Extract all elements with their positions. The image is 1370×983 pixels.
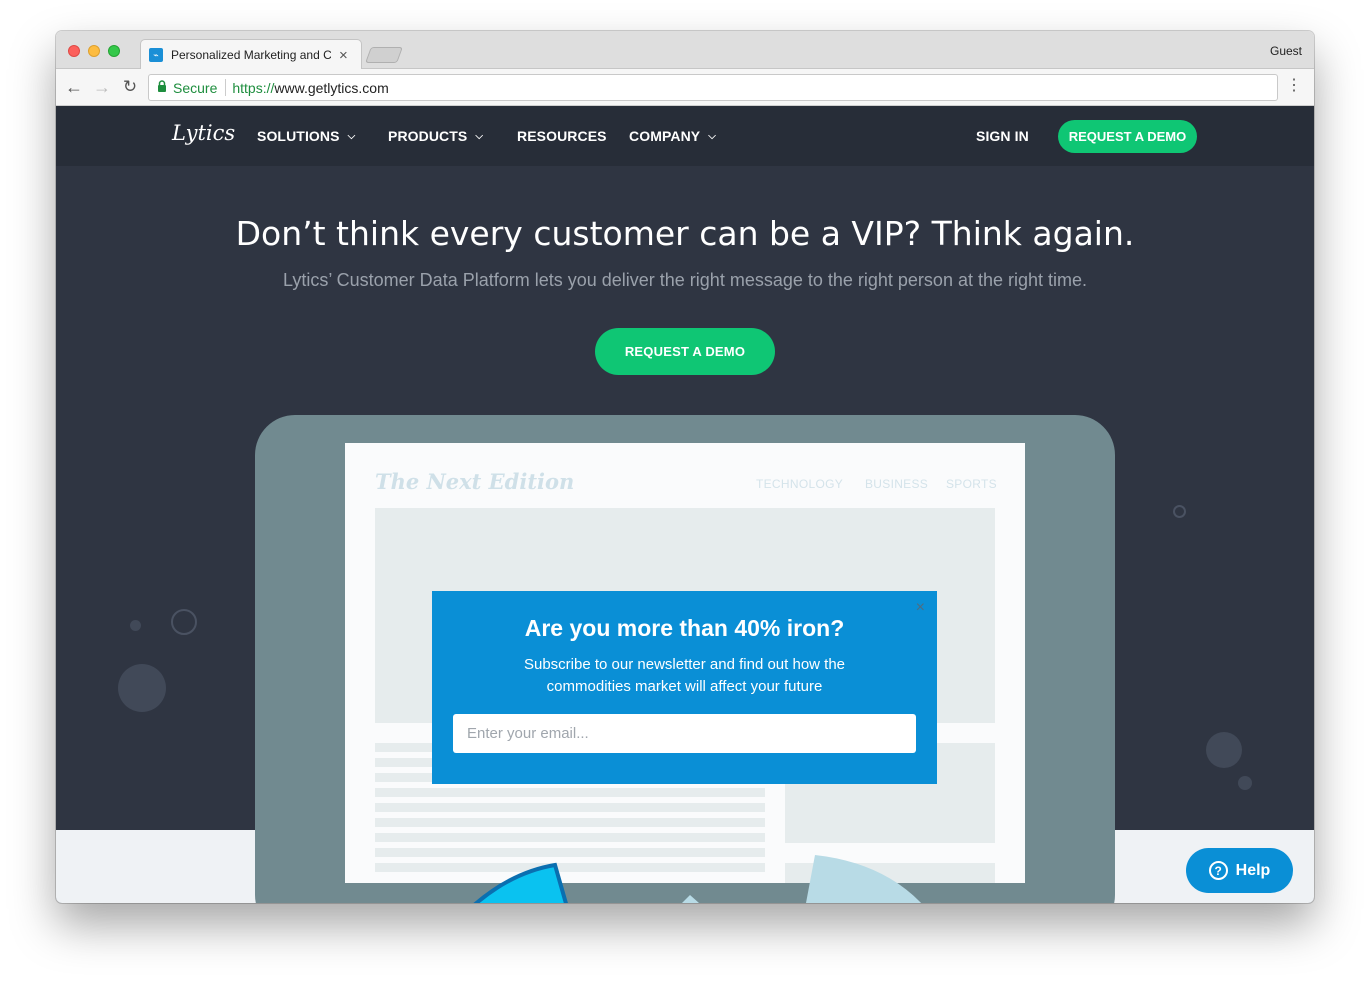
mockup-link-technology: TECHNOLOGY xyxy=(756,477,844,491)
sign-in-link[interactable]: SIGN IN xyxy=(976,128,1029,144)
secure-label: Secure xyxy=(173,79,218,96)
decorative-bubble xyxy=(1206,732,1242,768)
decorative-bubble xyxy=(171,609,197,635)
mockup-brand: The Next Edition xyxy=(375,469,575,494)
tab-close-icon[interactable]: × xyxy=(339,47,348,64)
profile-label[interactable]: Guest xyxy=(1270,44,1302,58)
decorative-bubble xyxy=(118,664,166,712)
newsletter-modal: × Are you more than 40% iron? Subscribe … xyxy=(432,591,937,784)
hero-subtitle: Lytics’ Customer Data Platform lets you … xyxy=(282,270,1088,290)
mockup-text-line xyxy=(375,818,765,827)
chevron-down-icon: ⌵ xyxy=(708,130,716,142)
back-icon[interactable]: ← xyxy=(64,77,84,97)
request-demo-hero-button[interactable]: REQUEST A DEMO xyxy=(595,328,775,375)
nav-company[interactable]: COMPANY ⌵ xyxy=(629,128,716,144)
chevron-down-icon: ⌵ xyxy=(475,130,484,142)
nav-resources-label: RESOURCES xyxy=(517,128,607,144)
decorative-shapes-icon xyxy=(473,855,922,903)
mockup-text-line xyxy=(375,833,765,842)
help-button[interactable]: ? Help xyxy=(1186,848,1293,893)
browser-menu-icon[interactable]: ⋮ xyxy=(1286,78,1302,94)
lock-icon xyxy=(157,80,167,95)
tab-strip: ⌁ Personalized Marketing and Cu × Guest xyxy=(56,31,1314,70)
site-logo[interactable]: Lytics xyxy=(172,121,235,145)
nav-products-label: PRODUCTS xyxy=(388,128,468,144)
nav-solutions-label: SOLUTIONS xyxy=(257,128,340,144)
new-tab-button[interactable] xyxy=(365,47,403,63)
mockup-link-sports: SPORTS xyxy=(946,477,997,491)
nav-resources[interactable]: RESOURCES xyxy=(517,128,607,144)
url-host: www.getlytics.com xyxy=(274,79,389,96)
mockup-text-line xyxy=(375,803,765,812)
modal-title: Are you more than 40% iron? xyxy=(524,615,845,641)
mockup-text-line xyxy=(375,788,765,797)
nav-products[interactable]: PRODUCTS ⌵ xyxy=(388,128,483,144)
web-page: Lytics SOLUTIONS ⌵ PRODUCTS ⌵ RESOURCES … xyxy=(56,106,1314,903)
forward-icon[interactable]: → xyxy=(92,77,112,97)
browser-window: ⌁ Personalized Marketing and Cu × Guest … xyxy=(56,31,1314,903)
decorative-bubble xyxy=(1173,505,1186,518)
site-navigation: Lytics SOLUTIONS ⌵ PRODUCTS ⌵ RESOURCES … xyxy=(56,106,1314,166)
help-label: Help xyxy=(1235,861,1271,879)
email-input[interactable] xyxy=(453,714,916,753)
url-scheme: https:// xyxy=(232,79,275,96)
browser-toolbar: ← → ↻ Secure https:// www.getlytics.com … xyxy=(56,69,1314,106)
nav-solutions[interactable]: SOLUTIONS ⌵ xyxy=(257,128,355,144)
close-window-button[interactable] xyxy=(68,45,80,57)
favicon-icon: ⌁ xyxy=(149,48,163,62)
address-bar[interactable]: Secure https:// www.getlytics.com xyxy=(148,74,1278,101)
help-icon: ? xyxy=(1208,861,1228,880)
decorative-bubble xyxy=(130,620,141,631)
tab-title: Personalized Marketing and Cu xyxy=(171,48,331,62)
chevron-down-icon: ⌵ xyxy=(347,130,356,142)
maximize-window-button[interactable] xyxy=(108,45,120,57)
request-demo-nav-button[interactable]: REQUEST A DEMO xyxy=(1058,120,1197,153)
hero-title: Don’t think every customer can be a VIP?… xyxy=(235,214,1135,253)
address-divider xyxy=(225,79,227,96)
minimize-window-button[interactable] xyxy=(88,45,100,57)
reload-icon[interactable]: ↻ xyxy=(120,77,140,97)
decorative-bubble xyxy=(1238,776,1252,790)
nav-company-label: COMPANY xyxy=(629,128,701,144)
modal-subtitle: Subscribe to our newsletter and find out… xyxy=(523,656,846,695)
mockup-link-business: BUSINESS xyxy=(865,477,929,491)
browser-tab[interactable]: ⌁ Personalized Marketing and Cu × xyxy=(140,39,362,70)
